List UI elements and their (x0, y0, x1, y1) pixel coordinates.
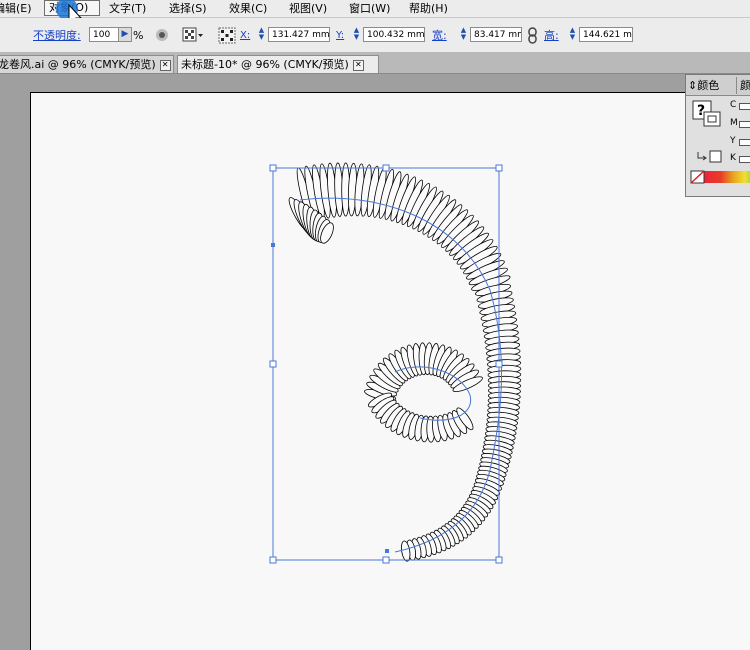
document-tab-bar: 龙卷风.ai @ 96% (CMYK/预览) ✕ 未标题-10* @ 96% (C… (0, 53, 750, 74)
x-input[interactable]: 131.427 mm (268, 27, 330, 42)
opacity-label[interactable]: 不透明度: (33, 27, 81, 44)
close-icon[interactable]: ✕ (352, 59, 364, 71)
menu-effect[interactable]: 效果(C) (229, 1, 267, 16)
menu-edit[interactable]: 编辑(E) (0, 1, 32, 16)
width-input[interactable]: 83.417 mm (470, 27, 522, 42)
y-input[interactable]: 100.432 mm (363, 27, 425, 42)
menu-help[interactable]: 帮助(H) (409, 1, 448, 16)
y-spinner[interactable]: ▲ ▼ (351, 27, 362, 42)
close-icon[interactable]: ✕ (159, 59, 171, 71)
opacity-input[interactable]: 100 (89, 27, 119, 42)
yellow-slider[interactable] (739, 139, 750, 146)
black-slider[interactable] (739, 156, 750, 163)
x-spinner[interactable]: ▲ ▼ (256, 27, 267, 42)
magenta-slider[interactable] (739, 121, 750, 128)
menu-select[interactable]: 选择(S) (169, 1, 207, 16)
color-panel: ⇕颜色 颜 ? C M Y K (685, 74, 750, 197)
radial-icon[interactable] (154, 28, 170, 42)
y-label[interactable]: Y: (336, 27, 344, 44)
menu-window[interactable]: 窗口(W) (349, 1, 390, 16)
color-panel-tab[interactable]: ⇕颜色 (688, 77, 719, 94)
menu-view[interactable]: 视图(V) (289, 1, 327, 16)
menu-type[interactable]: 文字(T) (109, 1, 146, 16)
control-toolbar: 不透明度: 100 ▶ % X: ▲ ▼ 131.427 mm Y: ▲ ▼ 100… (0, 18, 750, 53)
yellow-label: Y (730, 136, 736, 146)
spectrum-icon[interactable] (690, 170, 750, 184)
question-color-icon[interactable]: ? (692, 100, 722, 128)
cyan-slider[interactable] (739, 103, 750, 110)
x-label[interactable]: X: (240, 27, 250, 44)
align-grid-icon[interactable] (218, 27, 236, 44)
tab-untitled-10[interactable]: 未标题-10* @ 96% (CMYK/预览) ✕ (177, 55, 379, 73)
height-input[interactable]: 144.621 mr (579, 27, 633, 42)
swap-icon[interactable] (696, 150, 726, 164)
magenta-label: M (730, 118, 738, 128)
color-guide-tab[interactable]: 颜 (736, 77, 750, 94)
black-label: K (730, 153, 736, 163)
menu-bar: 编辑(E) 对象(O) 文字(T) 选择(S) 效果(C) 视图(V) 窗口(W… (0, 0, 750, 18)
opacity-unit: % (133, 29, 144, 42)
grid-pattern-icon[interactable] (182, 27, 204, 43)
cyan-label: C (730, 100, 737, 110)
artboard[interactable] (30, 92, 750, 650)
tab-tornado-doc[interactable]: 龙卷风.ai @ 96% (CMYK/预览) ✕ (0, 55, 174, 73)
height-label[interactable]: 高: (544, 27, 559, 44)
opacity-dropdown-button[interactable]: ▶ (118, 27, 132, 42)
link-constraint-icon[interactable] (526, 27, 540, 44)
width-spinner[interactable]: ▲ ▼ (458, 27, 469, 42)
width-label[interactable]: 宽: (432, 27, 447, 44)
height-spinner[interactable]: ▲ ▼ (567, 27, 578, 42)
